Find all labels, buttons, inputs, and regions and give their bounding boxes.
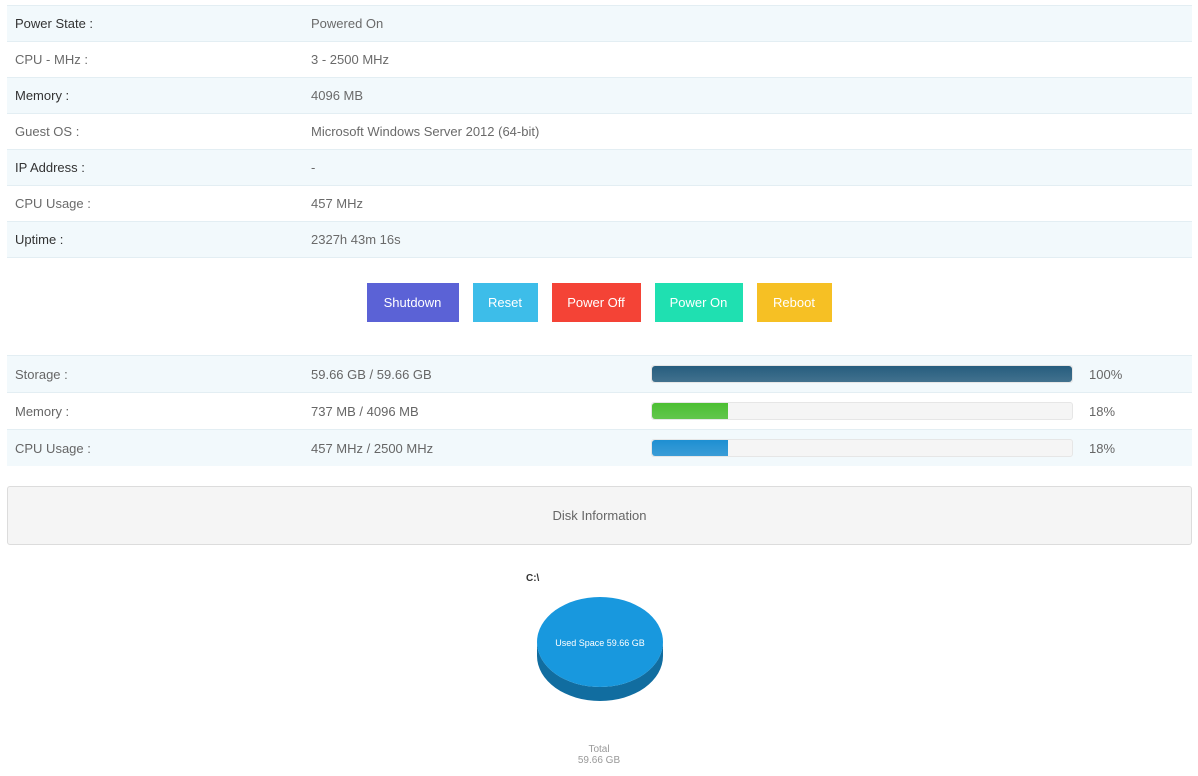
detail-label: Power State : [15,16,94,31]
power-actions: Shutdown Reset Power Off Power On Reboot [0,283,1198,322]
total-caption: Total [588,744,610,755]
detail-row-ip-address: IP Address : - [7,150,1192,186]
usage-value: 457 MHz / 2500 MHz [311,440,434,456]
detail-row-uptime: Uptime : 2327h 43m 16s [7,222,1192,258]
usage-percent: 100% [1089,366,1123,382]
detail-row-cpu-usage: CPU Usage : 457 MHz [7,186,1192,222]
pie-slice-label: Used Space 59.66 GB [555,638,645,648]
detail-label: CPU Usage : [15,196,91,211]
usage-label: CPU Usage : [15,440,91,456]
total-label: Total 59.66 GB [0,744,1198,766]
disk-information-panel[interactable]: Disk Information [7,486,1192,545]
disk-information-title: Disk Information [552,508,647,523]
usage-row-cpu: CPU Usage : 457 MHz / 2500 MHz 18% [7,430,1192,466]
usage-row-memory: Memory : 737 MB / 4096 MB 18% [7,393,1192,430]
detail-value: 4096 MB [311,88,364,103]
detail-label: Guest OS : [15,124,80,139]
reboot-button[interactable]: Reboot [756,283,832,322]
detail-label: Uptime : [15,232,64,247]
detail-value: 457 MHz [311,196,364,211]
shutdown-button[interactable]: Shutdown [366,283,459,322]
pie-svg: Used Space 59.66 GB [537,597,663,701]
detail-label: Memory : [15,88,70,103]
power-off-button[interactable]: Power Off [551,283,641,322]
detail-value: Powered On [311,16,384,31]
reset-button[interactable]: Reset [472,283,538,322]
detail-row-power-state: Power State : Powered On [7,6,1192,42]
usage-row-storage: Storage : 59.66 GB / 59.66 GB 100% [7,356,1192,393]
storage-progress-bar [651,365,1073,383]
detail-value: 3 - 2500 MHz [311,52,390,67]
usage-percent: 18% [1089,403,1116,419]
detail-value: 2327h 43m 16s [311,232,401,247]
cpu-progress-fill [652,440,728,456]
detail-row-cpu-mhz: CPU - MHz : 3 - 2500 MHz [7,42,1192,78]
resource-usage-table: Storage : 59.66 GB / 59.66 GB 100% Memor… [7,355,1192,466]
detail-label: IP Address : [15,160,85,175]
memory-progress-bar [651,402,1073,420]
drive-label: C:\ [526,573,540,584]
detail-value: - [311,160,316,175]
vm-details-table: Power State : Powered On CPU - MHz : 3 -… [7,5,1192,258]
detail-row-guest-os: Guest OS : Microsoft Windows Server 2012… [7,114,1192,150]
storage-progress-fill [652,366,1072,382]
detail-row-memory: Memory : 4096 MB [7,78,1192,114]
memory-progress-fill [652,403,728,419]
usage-label: Memory : [15,403,70,419]
disk-pie-chart: C:\ Used Space 59.66 GB Total 59.66 GB [0,560,1198,776]
usage-value: 59.66 GB / 59.66 GB [311,366,432,382]
detail-label: CPU - MHz : [15,52,88,67]
usage-label: Storage : [15,366,68,382]
usage-value: 737 MB / 4096 MB [311,403,419,419]
cpu-progress-bar [651,439,1073,457]
usage-percent: 18% [1089,440,1116,456]
total-value: 59.66 GB [577,755,621,766]
power-on-button[interactable]: Power On [654,283,743,322]
detail-value: Microsoft Windows Server 2012 (64-bit) [311,124,540,139]
